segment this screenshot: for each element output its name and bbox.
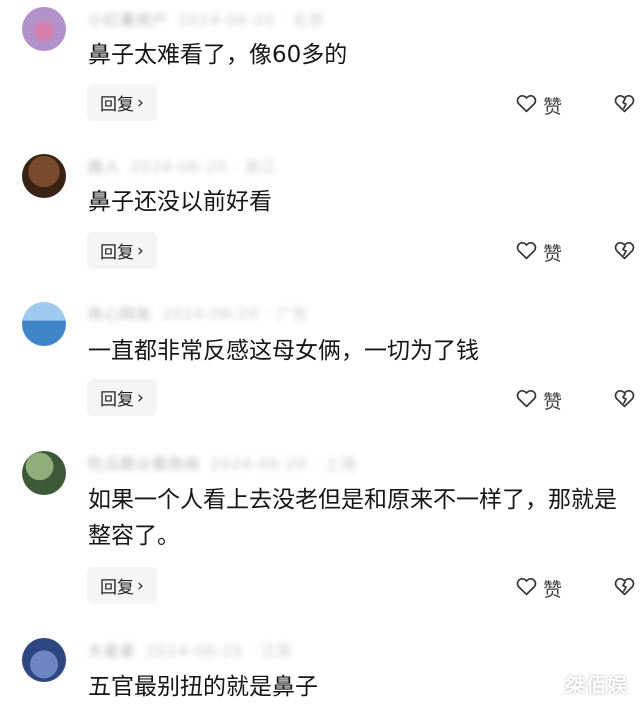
avatar[interactable] bbox=[22, 154, 66, 198]
comment-text: 一直都非常反感这母女俩，一切为了钱 bbox=[88, 338, 479, 364]
heart-icon bbox=[514, 385, 539, 415]
chevron-right-icon: › bbox=[137, 575, 144, 596]
reply-label: 回复 bbox=[100, 95, 134, 115]
like-button[interactable]: 赞 bbox=[514, 573, 562, 603]
username[interactable]: 小红薯用户 bbox=[88, 9, 168, 30]
broken-heart-icon bbox=[612, 94, 637, 119]
dislike-button[interactable] bbox=[612, 237, 637, 266]
reply-button[interactable]: 回复 › bbox=[87, 232, 157, 269]
avatar[interactable] bbox=[22, 7, 66, 51]
broken-heart-icon bbox=[612, 577, 637, 602]
like-button[interactable]: 赞 bbox=[514, 90, 562, 120]
comment-text: 五官最别扭的就是鼻子 bbox=[88, 674, 318, 700]
avatar[interactable] bbox=[22, 451, 66, 495]
reply-label: 回复 bbox=[100, 578, 134, 598]
reply-button[interactable]: 回复 › bbox=[87, 567, 157, 604]
chevron-right-icon: › bbox=[137, 240, 144, 261]
avatar[interactable] bbox=[22, 638, 66, 682]
dislike-button[interactable] bbox=[612, 573, 637, 602]
timestamp: 2024-06-20 · 北京 bbox=[178, 10, 325, 29]
comment-text: 鼻子太难看了，像60多的 bbox=[88, 42, 348, 68]
timestamp: 2024-06-20 · 广东 bbox=[162, 304, 309, 323]
reply-button[interactable]: 回复 › bbox=[87, 379, 157, 416]
chevron-right-icon: › bbox=[137, 92, 144, 113]
avatar[interactable] bbox=[22, 302, 66, 346]
broken-heart-icon bbox=[612, 389, 637, 414]
username[interactable]: 大星星 bbox=[88, 640, 136, 661]
timestamp: 2024-06-20 · 江苏 bbox=[146, 641, 293, 660]
heart-icon bbox=[514, 573, 539, 603]
reply-label: 回复 bbox=[100, 390, 134, 410]
watermark: 桀佰娱 bbox=[565, 673, 628, 697]
timestamp: 2024-06-20 · 浙江 bbox=[130, 157, 277, 176]
like-button[interactable]: 赞 bbox=[514, 237, 562, 267]
broken-heart-icon bbox=[612, 241, 637, 266]
comment-text: 鼻子还没以前好看 bbox=[88, 189, 272, 215]
comment-text: 如果一个人看上去没老但是和原来不一样了，那就是整容了。 bbox=[88, 487, 617, 549]
like-label: 赞 bbox=[543, 390, 563, 413]
like-label: 赞 bbox=[543, 242, 563, 265]
comment-meta: 大星星 2024-06-20 · 江苏 bbox=[88, 640, 293, 661]
like-label: 赞 bbox=[543, 95, 563, 118]
username[interactable]: 热心网友 bbox=[88, 303, 152, 324]
comment-meta: 吃瓜群众看热闹 2024-06-20 · 上海 bbox=[88, 453, 357, 474]
heart-icon bbox=[514, 237, 539, 267]
timestamp: 2024-06-20 · 上海 bbox=[210, 454, 357, 473]
username[interactable]: 路人 bbox=[88, 156, 120, 177]
username[interactable]: 吃瓜群众看热闹 bbox=[88, 453, 200, 474]
comment-meta: 热心网友 2024-06-20 · 广东 bbox=[88, 303, 309, 324]
comment-meta: 小红薯用户 2024-06-20 · 北京 bbox=[88, 9, 325, 30]
reply-label: 回复 bbox=[100, 243, 134, 263]
heart-icon bbox=[514, 90, 539, 120]
dislike-button[interactable] bbox=[612, 385, 637, 414]
like-button[interactable]: 赞 bbox=[514, 385, 562, 415]
like-label: 赞 bbox=[543, 578, 563, 601]
chevron-right-icon: › bbox=[137, 387, 144, 408]
comment-meta: 路人 2024-06-20 · 浙江 bbox=[88, 156, 277, 177]
reply-button[interactable]: 回复 › bbox=[87, 84, 157, 121]
dislike-button[interactable] bbox=[612, 90, 637, 119]
